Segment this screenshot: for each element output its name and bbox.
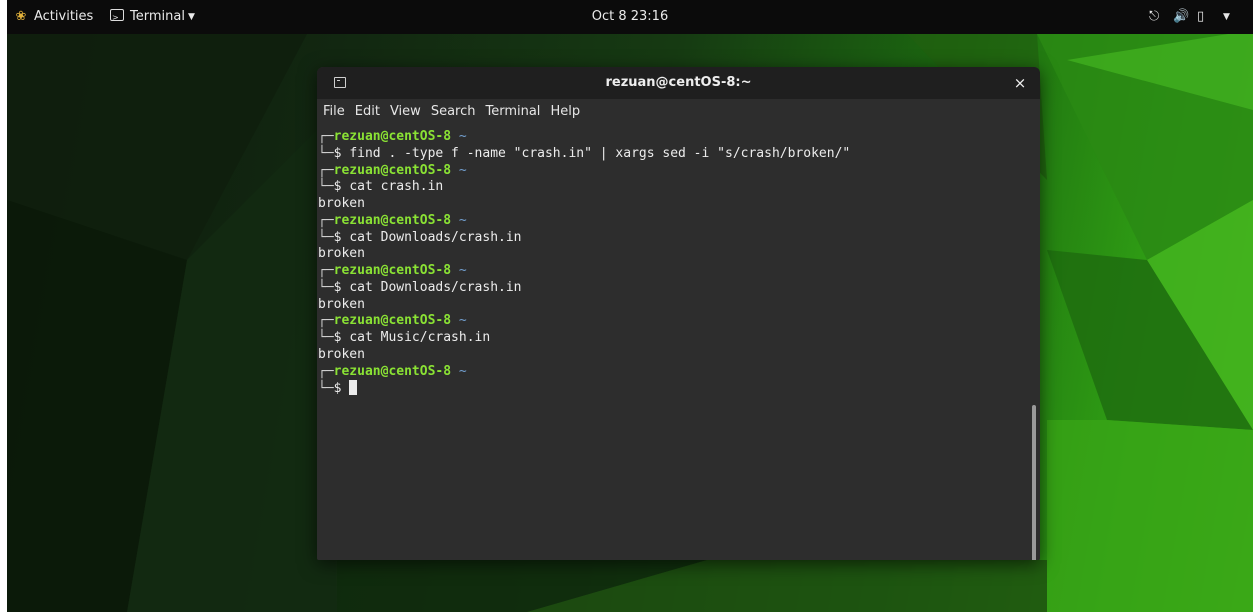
prompt-corner: ┌─ (318, 212, 334, 228)
prompt-symbol: $ (333, 229, 350, 245)
clock-label: Oct 8 23:16 (591, 9, 669, 24)
window-title: rezuan@centOS-8:~ (605, 75, 752, 90)
command-text: cat Music/crash.in (349, 330, 491, 345)
prompt-line: ┌─rezuan@centOS-8 ~ (318, 263, 1027, 280)
prompt-dir: ~ (451, 263, 467, 278)
command-line: └─$ cat Downloads/crash.in (318, 280, 1027, 297)
prompt-corner: └─ (318, 330, 334, 345)
scrollbar-thumb[interactable] (1032, 405, 1036, 560)
prompt-symbol: $ (333, 145, 350, 161)
battery-icon[interactable]: ▯ (1197, 0, 1204, 34)
prompt-user: rezuan@centOS-8 (333, 129, 452, 144)
system-menu-caret-icon[interactable]: ▼ (1220, 0, 1230, 34)
prompt-line: ┌─rezuan@centOS-8 ~ (318, 129, 1027, 146)
terminal-output[interactable]: ┌─rezuan@centOS-8 ~ └─$ find . -type f -n… (317, 125, 1027, 560)
command-line: └─$ cat crash.in (318, 179, 1027, 196)
command-text: cat crash.in (349, 179, 444, 195)
command-line: └─$ (318, 380, 1027, 397)
prompt-corner: └─ (318, 145, 334, 161)
menu-help[interactable]: Help (545, 99, 585, 125)
menu-terminal[interactable]: Terminal (480, 99, 545, 125)
command-line: └─$ cat Music/crash.in (318, 330, 1027, 347)
prompt-symbol: $ (333, 279, 350, 295)
prompt-corner: ┌─ (318, 363, 334, 379)
command-line: └─$ cat Downloads/crash.in (318, 230, 1027, 247)
command-text: find . -type f -name "crash.in" | xargs … (349, 145, 851, 161)
menu-edit[interactable]: Edit (350, 99, 385, 125)
text-cursor (349, 380, 358, 396)
prompt-symbol: $ (333, 381, 350, 397)
command-text: cat Downloads/crash.in (349, 229, 522, 245)
command-line: └─$ find . -type f -name "crash.in" | xa… (318, 146, 1027, 163)
prompt-corner: └─ (318, 229, 334, 245)
prompt-corner: ┌─ (318, 162, 334, 178)
prompt-user: rezuan@centOS-8 (333, 162, 452, 178)
prompt-corner: └─ (318, 179, 334, 195)
output-line: broken (318, 246, 365, 262)
prompt-corner: └─ (318, 381, 334, 397)
network-icon[interactable]: ⎋ (1149, 0, 1159, 34)
output-line: broken (318, 346, 365, 362)
prompt-dir: ~ (451, 363, 467, 379)
prompt-user: rezuan@centOS-8 (333, 313, 452, 329)
menu-search[interactable]: Search (426, 99, 481, 125)
command-text: cat Downloads/crash.in (349, 279, 522, 295)
terminal-window[interactable]: rezuan@centOS-8:~ × File Edit View Search Te… (317, 67, 1040, 560)
prompt-line: ┌─rezuan@centOS-8 ~ (318, 364, 1027, 381)
top-bar: ❀Activities Terminal▼ Oct 8 23:16 ⎋ 🔊 ▯ … (7, 0, 1253, 35)
menu-bar: File Edit View Search Terminal Help (317, 99, 1040, 125)
close-button[interactable]: × (1009, 67, 1031, 99)
prompt-symbol: $ (333, 330, 350, 345)
prompt-corner: ┌─ (318, 263, 334, 278)
output-line: broken (318, 196, 365, 211)
prompt-user: rezuan@centOS-8 (333, 363, 452, 379)
prompt-corner: ┌─ (318, 129, 334, 144)
prompt-line: ┌─rezuan@centOS-8 ~ (318, 163, 1027, 180)
prompt-corner: ┌─ (318, 313, 334, 329)
prompt-user: rezuan@centOS-8 (333, 212, 452, 228)
menu-view[interactable]: View (385, 99, 426, 125)
prompt-line: ┌─rezuan@centOS-8 ~ (318, 313, 1027, 330)
prompt-line: ┌─rezuan@centOS-8 ~ (318, 213, 1027, 230)
scrollbar[interactable] (1027, 125, 1040, 560)
menu-file[interactable]: File (317, 99, 350, 125)
prompt-dir: ~ (451, 129, 467, 144)
prompt-dir: ~ (451, 162, 467, 178)
prompt-dir: ~ (451, 313, 467, 329)
prompt-dir: ~ (451, 212, 467, 228)
output-line: broken (318, 296, 365, 312)
prompt-symbol: $ (333, 179, 350, 195)
prompt-user: rezuan@centOS-8 (333, 263, 452, 278)
window-titlebar[interactable]: rezuan@centOS-8:~ × (317, 67, 1040, 99)
clock[interactable]: Oct 8 23:16 (7, 0, 1253, 34)
volume-icon[interactable]: 🔊 (1173, 0, 1189, 34)
prompt-corner: └─ (318, 279, 334, 295)
